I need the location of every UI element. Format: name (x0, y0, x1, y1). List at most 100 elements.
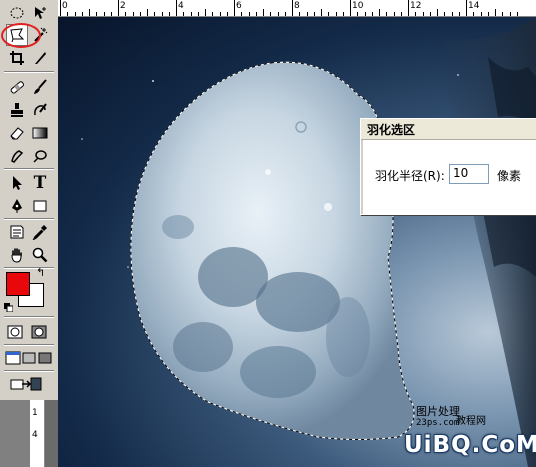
toolbox-separator (4, 218, 54, 220)
shape-tool[interactable] (29, 195, 51, 217)
swap-colors-icon[interactable]: ↰ (36, 266, 45, 279)
brush-tool[interactable] (29, 76, 51, 98)
default-colors-icon[interactable] (4, 303, 13, 312)
crop-icon (10, 51, 24, 65)
path-select-tool[interactable] (6, 172, 28, 194)
standard-mode-icon (7, 325, 23, 339)
zoom-tool[interactable] (29, 244, 51, 266)
toolbox-separator (4, 71, 54, 73)
ruler-minor-tick (110, 12, 112, 16)
ruler-minor-tick (299, 12, 301, 16)
ruler-minor-tick (147, 9, 148, 16)
ruler-minor-tick (248, 12, 250, 16)
hand-tool[interactable] (6, 244, 28, 266)
ruler-minor-tick (321, 9, 322, 16)
pen-tool[interactable] (6, 195, 28, 217)
lasso-tool[interactable] (6, 24, 28, 46)
stamp-tool[interactable] (6, 99, 28, 121)
rectangle-icon (33, 200, 47, 212)
polygonal-lasso-icon (10, 28, 25, 43)
ruler-minor-tick (241, 12, 243, 16)
ruler-label: 2 (120, 1, 126, 11)
ruler-major-tick (234, 0, 235, 16)
ruler-minor-tick (502, 12, 504, 16)
ruler-minor-tick (473, 12, 475, 16)
smudge-icon (11, 150, 24, 163)
quick-mask-icon (31, 325, 47, 339)
stamp-icon (11, 103, 23, 117)
type-tool[interactable]: T (29, 172, 51, 194)
ruler-major-tick (292, 0, 293, 16)
ruler-label: 0 (62, 1, 68, 11)
ruler-minor-tick (212, 12, 214, 16)
toolbox-separator (4, 370, 54, 372)
history-brush-tool[interactable] (29, 99, 51, 121)
ruler-minor-tick (255, 12, 257, 16)
moon-image (81, 17, 536, 467)
marquee-icon (10, 7, 24, 19)
magic-wand-tool[interactable] (29, 24, 51, 46)
ruler-minor-tick (342, 12, 344, 16)
ruler-minor-tick (487, 12, 489, 16)
feather-radius-input[interactable]: 10 (449, 164, 489, 184)
foreground-color-swatch[interactable] (6, 272, 30, 296)
standard-mode-button[interactable] (4, 321, 26, 343)
ruler-minor-tick (437, 9, 438, 16)
ruler-minor-tick (226, 12, 228, 16)
feather-radius-unit: 像素 (497, 169, 522, 183)
toolbox-separator (4, 316, 54, 318)
ruler-minor-tick (103, 12, 105, 16)
screen-mode-full[interactable] (34, 347, 56, 369)
magic-wand-icon (34, 27, 48, 42)
quick-mask-button[interactable] (28, 321, 50, 343)
pen-icon (12, 199, 22, 213)
eyedropper-tool[interactable] (29, 221, 51, 243)
ruler-label: 14 (468, 1, 480, 11)
ruler-minor-tick (509, 12, 511, 16)
ruler-minor-tick (190, 12, 192, 16)
marquee-tool[interactable] (6, 2, 28, 24)
notes-tool[interactable] (6, 221, 28, 243)
ruler-minor-tick (495, 9, 496, 16)
ruler-minor-tick (67, 12, 69, 16)
ruler-minor-tick (393, 12, 395, 16)
left-ruler: 1 4 (30, 400, 45, 467)
arrow-icon (13, 176, 22, 190)
smudge-tool[interactable] (6, 145, 28, 167)
zoom-icon (32, 247, 48, 263)
ruler-minor-tick (197, 12, 199, 16)
ruler-minor-tick (371, 12, 373, 16)
crop-tool[interactable] (6, 47, 28, 69)
dodge-tool[interactable] (29, 145, 51, 167)
ruler-label: 6 (236, 1, 242, 11)
watermark-url: 23ps.com (416, 418, 460, 428)
watermark-text: 教程网 (456, 416, 486, 427)
jump-to-imageready-button[interactable] (4, 373, 48, 395)
ruler-minor-tick (328, 12, 330, 16)
toolbox-separator (4, 168, 54, 170)
ruler-minor-tick (480, 12, 482, 16)
ruler-minor-tick (444, 12, 446, 16)
ruler-minor-tick (270, 12, 272, 16)
ruler-minor-tick (284, 12, 286, 16)
ruler-minor-tick (125, 12, 127, 16)
eraser-icon (10, 127, 24, 140)
eraser-tool[interactable] (6, 122, 28, 144)
healing-brush-tool[interactable] (6, 76, 28, 98)
ruler-minor-tick (422, 12, 424, 16)
ruler-minor-tick (89, 9, 90, 16)
image-canvas[interactable] (58, 17, 536, 467)
ruler-label: 12 (410, 1, 422, 11)
gradient-tool[interactable] (29, 122, 51, 144)
ruler-minor-tick (415, 12, 417, 16)
slice-tool[interactable] (29, 47, 51, 69)
toolbox: T ↰ (0, 0, 59, 400)
ruler-minor-tick (357, 12, 359, 16)
dialog-title[interactable]: 羽化选区 (361, 119, 536, 140)
ruler-minor-tick (161, 12, 163, 16)
ruler-major-tick (118, 0, 119, 16)
move-icon (35, 7, 46, 19)
move-tool[interactable] (29, 2, 51, 24)
workspace-background (0, 400, 30, 467)
ruler-minor-tick (168, 12, 170, 16)
